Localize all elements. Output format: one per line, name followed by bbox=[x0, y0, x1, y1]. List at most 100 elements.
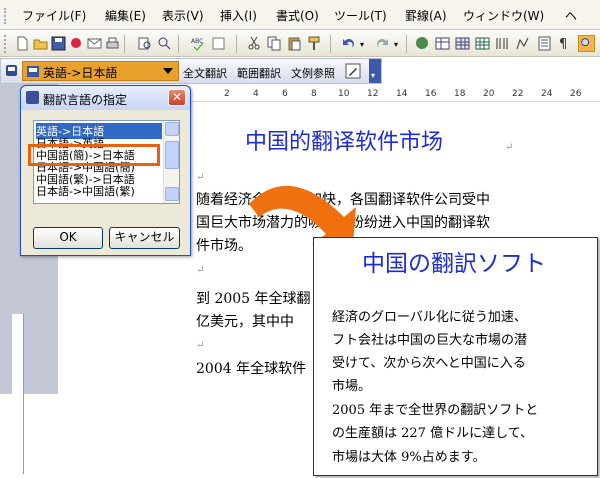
dialog-app-icon bbox=[26, 91, 39, 104]
callout-line: 経済のグローバル化に従う加速、 bbox=[332, 310, 527, 325]
paragraph-mark: ↵ bbox=[196, 172, 205, 183]
language-pair-value: 英語->日本語 bbox=[43, 66, 118, 80]
new-document-icon[interactable] bbox=[14, 35, 31, 52]
save-icon[interactable] bbox=[50, 35, 67, 52]
zoom-icon[interactable] bbox=[578, 35, 595, 52]
document-paragraph-line: 亿美元，其中中 bbox=[196, 314, 294, 330]
paragraph-mark: ↵ bbox=[196, 340, 205, 351]
document-paragraph-line: 2004 年全球软件 bbox=[196, 361, 307, 377]
menu-edit[interactable]: 編集(E) bbox=[105, 7, 146, 24]
ruler-number: 2 bbox=[224, 89, 230, 99]
ruler-number: 26 bbox=[570, 89, 582, 99]
paragraph-mark: ↵ bbox=[505, 142, 514, 153]
menu-window[interactable]: ウィンドウ(W) bbox=[463, 7, 544, 24]
email-icon[interactable] bbox=[86, 35, 103, 52]
menu-help[interactable]: ヘ bbox=[565, 7, 577, 24]
language-dialog: 翻訳言語の指定 ✕ 英語->日本語 日本語->英語 中国語(簡)->日本語 日本… bbox=[20, 85, 191, 256]
ruler-number: 10 bbox=[338, 89, 350, 99]
menu-grip bbox=[4, 8, 8, 24]
dialog-titlebar[interactable]: 翻訳言語の指定 ✕ bbox=[21, 86, 190, 110]
print-preview-icon[interactable] bbox=[136, 35, 153, 52]
tables-borders-icon[interactable] bbox=[434, 35, 451, 52]
menu-view[interactable]: 表示(V) bbox=[162, 7, 204, 24]
close-button[interactable]: ✕ bbox=[168, 89, 186, 106]
dialog-title: 翻訳言語の指定 bbox=[43, 93, 128, 107]
example-reference-button[interactable]: 文例参照 bbox=[291, 65, 335, 81]
open-folder-icon[interactable] bbox=[32, 35, 49, 52]
ruler-number: 12 bbox=[367, 89, 379, 99]
menu-file[interactable]: ファイル(F) bbox=[22, 7, 86, 24]
callout-line: 2005 年まで全世界の翻訳ソフトと bbox=[332, 403, 539, 418]
copy-icon[interactable] bbox=[266, 35, 283, 52]
ruler-number: 16 bbox=[425, 89, 437, 99]
callout-line: 市場。 bbox=[332, 379, 372, 394]
spelling-icon[interactable]: ABC bbox=[190, 35, 207, 52]
redo-dropdown-icon[interactable]: ▾ bbox=[394, 40, 411, 57]
cut-icon[interactable] bbox=[246, 35, 263, 52]
menu-format[interactable]: 書式(O) bbox=[276, 7, 319, 24]
translation-toolbar: 英語->日本語 全文翻訳 範囲翻訳 文例参照 ▾ bbox=[0, 58, 382, 84]
menu-tools[interactable]: ツール(T) bbox=[334, 7, 387, 24]
hyperlink-icon[interactable] bbox=[414, 35, 431, 52]
document-map-icon[interactable] bbox=[536, 35, 553, 52]
option-highlight-box bbox=[28, 144, 160, 166]
insert-table-icon[interactable] bbox=[454, 35, 471, 52]
paragraph-mark: ↵ bbox=[196, 265, 205, 276]
redo-icon[interactable] bbox=[374, 35, 391, 52]
horizontal-ruler: 2 4 6 8 10 12 14 16 18 20 22 24 26 bbox=[190, 88, 600, 102]
toolbar-separator bbox=[236, 35, 237, 53]
ruler-number: 18 bbox=[454, 89, 466, 99]
standard-toolbar: ABC ▾ ▾ ¶ bbox=[0, 31, 600, 57]
menu-table[interactable]: 罫線(A) bbox=[405, 7, 447, 24]
undo-icon[interactable] bbox=[340, 35, 357, 52]
document-title: 中国的翻译软件市场 bbox=[245, 130, 444, 155]
drawing-icon[interactable] bbox=[514, 35, 531, 52]
document-paragraph-line: 到 2005 年全球翻 bbox=[196, 291, 311, 307]
cancel-button[interactable]: キャンセル bbox=[109, 227, 180, 249]
callout-line: フト会社は中国の巨大な市場の潜 bbox=[332, 333, 528, 348]
edit-icon[interactable] bbox=[345, 63, 361, 79]
list-scrollbar[interactable] bbox=[163, 121, 179, 203]
show-hide-icon[interactable]: ¶ bbox=[556, 35, 573, 52]
scroll-thumb[interactable] bbox=[165, 141, 179, 169]
scroll-down-button[interactable] bbox=[165, 187, 179, 201]
ruler-number: 22 bbox=[512, 89, 524, 99]
callout-line: 受けて、次から次へと中国に入る bbox=[332, 356, 526, 371]
ruler-number: 20 bbox=[483, 89, 495, 99]
range-translation-button[interactable]: 範囲翻訳 bbox=[237, 65, 281, 81]
full-translation-button[interactable]: 全文翻訳 bbox=[183, 65, 227, 81]
paste-icon[interactable] bbox=[286, 35, 303, 52]
toolbar-separator bbox=[124, 35, 125, 53]
format-painter-icon[interactable] bbox=[306, 35, 323, 52]
language-pair-dropdown[interactable]: 英語->日本語 bbox=[22, 61, 179, 81]
svg-text:¶: ¶ bbox=[559, 37, 567, 52]
search-doc-icon[interactable] bbox=[156, 35, 173, 52]
translation-app-icon bbox=[6, 65, 17, 76]
chevron-down-icon: ▾ bbox=[371, 71, 376, 80]
language-option[interactable]: 日本語->中国語(繁) bbox=[36, 183, 135, 199]
toolbar-separator bbox=[330, 35, 331, 53]
callout-line: 市場は大体 9%占めます。 bbox=[332, 450, 486, 465]
svg-text:ABC: ABC bbox=[191, 38, 203, 45]
callout-title: 中国の翻訳ソフト bbox=[362, 251, 546, 277]
menu-insert[interactable]: 挿入(I) bbox=[220, 7, 257, 24]
callout-line: の生産額は 227 億ドルに達して、 bbox=[332, 426, 534, 441]
ruler-number: 6 bbox=[282, 89, 288, 99]
vertical-ruler bbox=[12, 314, 24, 474]
ruler-number: 14 bbox=[396, 89, 408, 99]
print-icon[interactable] bbox=[104, 35, 121, 52]
scroll-up-button[interactable] bbox=[165, 122, 179, 136]
permission-icon[interactable] bbox=[68, 35, 85, 52]
insert-excel-icon[interactable] bbox=[474, 35, 491, 52]
ruler-number: 4 bbox=[253, 89, 259, 99]
chevron-down-icon[interactable] bbox=[163, 68, 173, 74]
toolbar-grip bbox=[4, 35, 8, 53]
flag-icon bbox=[27, 66, 39, 77]
translation-callout: 中国の翻訳ソフト 経済のグローバル化に従う加速、 フト会社は中国の巨大な市場の潜… bbox=[313, 237, 598, 476]
research-icon[interactable] bbox=[210, 35, 227, 52]
ruler-number: 8 bbox=[311, 89, 317, 99]
ok-button[interactable]: OK bbox=[33, 227, 103, 249]
columns-icon[interactable] bbox=[494, 35, 511, 52]
toolbar-options-button[interactable]: ▾ bbox=[369, 59, 381, 83]
toolbar-separator bbox=[178, 35, 179, 53]
